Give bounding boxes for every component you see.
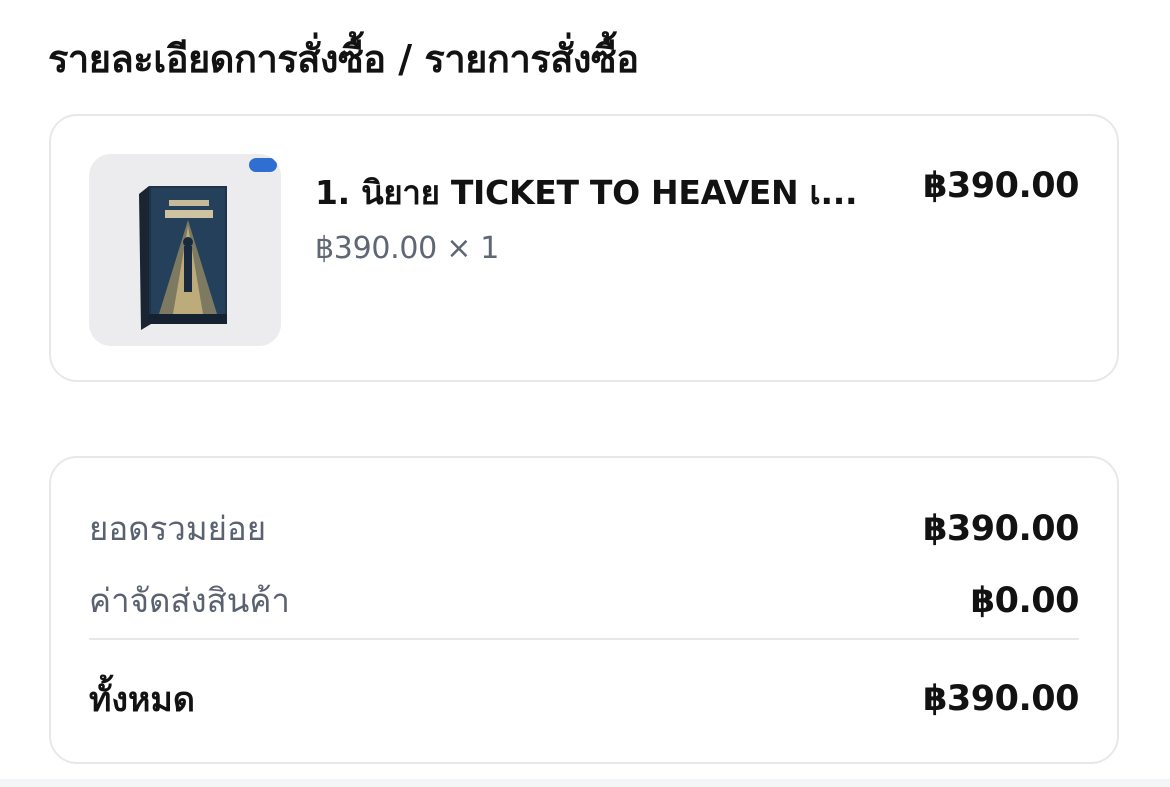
shipping-label: ค่าจัดส่งสินค้า bbox=[89, 581, 290, 620]
total-label: ทั้งหมด bbox=[89, 680, 195, 720]
item-name[interactable]: 1. นิยาย TICKET TO HEAVEN เ... bbox=[315, 166, 875, 219]
shipping-row: ค่าจัดส่งสินค้า ฿0.00 bbox=[89, 574, 1080, 627]
subtotal-label: ยอดรวมย่อย bbox=[89, 509, 267, 548]
item-unit-price-qty: ฿390.00 × 1 bbox=[315, 231, 500, 266]
order-summary-card: ยอดรวมย่อย ฿390.00 ค่าจัดส่งสินค้า ฿0.00… bbox=[49, 456, 1119, 764]
product-thumbnail[interactable] bbox=[89, 154, 281, 346]
total-row: ทั้งหมด ฿390.00 bbox=[89, 672, 1079, 726]
total-value: ฿390.00 bbox=[923, 679, 1079, 719]
subtotal-value: ฿390.00 bbox=[923, 508, 1079, 549]
book-cover-icon bbox=[139, 158, 277, 330]
item-line-total: ฿390.00 bbox=[923, 166, 1079, 206]
order-item-card[interactable]: 1. นิยาย TICKET TO HEAVEN เ... ฿390.00 ฿… bbox=[49, 114, 1119, 382]
subtotal-row: ยอดรวมย่อย ฿390.00 bbox=[89, 502, 1079, 555]
summary-divider bbox=[89, 638, 1079, 640]
bottom-edge-strip bbox=[0, 779, 1170, 787]
order-details-page: รายละเอียดการสั่งซื้อ / รายการสั่งซื้อ 1… bbox=[0, 0, 1170, 787]
page-title: รายละเอียดการสั่งซื้อ / รายการสั่งซื้อ bbox=[48, 37, 639, 81]
shipping-value: ฿0.00 bbox=[970, 580, 1080, 621]
